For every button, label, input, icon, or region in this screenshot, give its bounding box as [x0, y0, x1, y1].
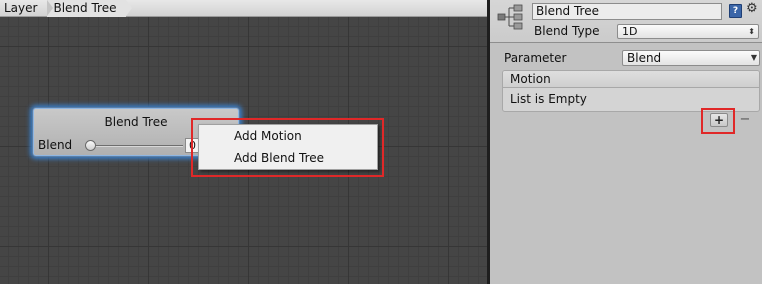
breadcrumb-item-layer[interactable]: Layer [0, 0, 55, 17]
motion-list-header: Motion [503, 71, 759, 88]
node-parameter-label: Blend [38, 138, 73, 152]
chevron-updown-icon: ⬍ [748, 27, 755, 36]
name-field[interactable]: Blend Tree [532, 3, 722, 20]
breadcrumb: Layer Blend Tree [0, 0, 487, 17]
inspector-panel: Blend Tree ? ⚙ Blend Type 1D ⬍ Parameter… [490, 0, 762, 284]
highlight-box-context-menu [191, 118, 384, 177]
blend-type-label: Blend Type [534, 24, 600, 38]
inspector-header: Blend Tree ? ⚙ Blend Type 1D ⬍ [490, 0, 762, 43]
node-slider-track[interactable] [91, 145, 183, 147]
remove-motion-button[interactable]: − [737, 113, 753, 127]
blend-type-select[interactable]: 1D ⬍ [617, 24, 759, 39]
animator-graph-canvas[interactable]: Layer Blend Tree Blend Tree Blend 0 Add … [0, 0, 487, 284]
blend-type-value: 1D [622, 25, 638, 38]
parameter-value: Blend [627, 51, 662, 65]
parameter-select[interactable]: Blend ▼ [622, 50, 760, 66]
gear-icon[interactable]: ⚙ [746, 1, 760, 17]
breadcrumb-item-blend-tree[interactable]: Blend Tree [47, 0, 133, 17]
parameter-label: Parameter [504, 51, 567, 65]
highlight-box-add-button [701, 108, 735, 134]
book-help-icon[interactable]: ? [729, 4, 742, 18]
motion-list: Motion List is Empty [502, 70, 760, 112]
chevron-down-icon: ▼ [750, 53, 757, 62]
node-slider-thumb[interactable] [85, 140, 96, 151]
blend-tree-icon [497, 3, 525, 31]
